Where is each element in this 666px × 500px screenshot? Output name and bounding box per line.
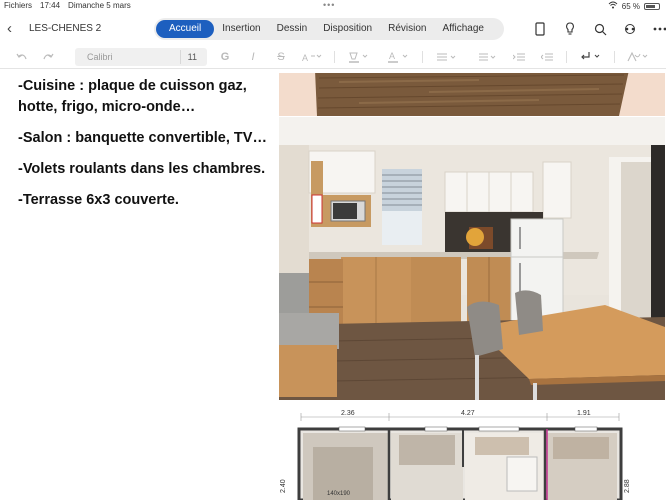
paragraph-volets[interactable]: -Volets roulants dans les chambres.	[18, 159, 273, 180]
wifi-icon	[608, 1, 618, 11]
paragraph-cuisine[interactable]: -Cuisine : plaque de cuisson gaz, hotte,…	[18, 76, 273, 118]
tab-disposition[interactable]: Disposition	[315, 20, 380, 38]
svg-text:A: A	[302, 53, 308, 62]
status-date: Dimanche 5 mars	[68, 1, 131, 10]
document-body[interactable]: -Cuisine : plaque de cuisson gaz, hotte,…	[18, 76, 273, 221]
tab-insertion[interactable]: Insertion	[214, 20, 268, 38]
terrace-photo[interactable]	[279, 70, 665, 116]
tab-accueil[interactable]: Accueil	[156, 20, 215, 38]
plan-dim-3: 1.91	[577, 410, 591, 417]
multitasking-dots[interactable]: •••	[323, 0, 335, 10]
tab-dessin[interactable]: Dessin	[269, 20, 316, 38]
search-icon[interactable]	[590, 19, 610, 39]
redo-icon[interactable]	[40, 49, 56, 65]
title-bar: ‹ LES-CHENES 2 Accueil Insertion Dessin …	[0, 14, 666, 44]
font-size[interactable]: 11	[188, 52, 197, 62]
text-effects-icon[interactable]: A	[300, 49, 326, 65]
kitchen-living-photo[interactable]	[279, 117, 665, 404]
tab-revision[interactable]: Révision	[380, 20, 434, 38]
increase-indent-icon[interactable]	[512, 49, 526, 65]
plan-bed-label: 140x190	[327, 491, 351, 497]
plan-dim-2: 4.27	[461, 410, 475, 417]
battery-icon	[644, 2, 660, 10]
font-selector[interactable]: Calibri 11	[75, 48, 207, 66]
highlight-color-icon[interactable]	[346, 49, 372, 65]
svg-text:A: A	[389, 51, 395, 61]
decrease-indent-icon[interactable]	[540, 49, 554, 65]
format-toolbar: Calibri 11 G I S A A	[0, 45, 666, 69]
back-chevron-icon[interactable]: ‹	[7, 20, 12, 37]
paragraph-salon[interactable]: -Salon : banquette convertible, TV…	[18, 128, 273, 149]
italic-button[interactable]: I	[246, 49, 260, 65]
document-title[interactable]: LES-CHENES 2	[29, 23, 101, 34]
status-bar: Fichiers 17:44 Dimanche 5 mars ••• 65 %	[0, 0, 666, 12]
back-to-app-link[interactable]: Fichiers	[4, 1, 32, 10]
plan-dim-1: 2.36	[341, 410, 355, 417]
styles-icon[interactable]	[624, 49, 652, 65]
undo-icon[interactable]	[14, 49, 30, 65]
battery-percent: 65 %	[621, 1, 640, 11]
lightbulb-icon[interactable]	[560, 19, 580, 39]
more-icon[interactable]	[650, 19, 666, 39]
ribbon-tabs: Accueil Insertion Dessin Disposition Rév…	[154, 18, 504, 40]
floor-plan-image[interactable]: 2.36 4.27 1.91 140x190 2.40 2.88	[279, 407, 665, 500]
status-time: 17:44	[40, 1, 61, 10]
font-color-icon[interactable]: A	[386, 49, 412, 65]
plan-side-dim-right: 2.88	[624, 479, 631, 493]
plan-side-dim-left: 2.40	[280, 479, 287, 493]
numbered-list-icon[interactable]	[474, 49, 500, 65]
font-name[interactable]: Calibri	[87, 52, 113, 62]
tab-affichage[interactable]: Affichage	[434, 20, 492, 38]
bold-button[interactable]: G	[218, 49, 232, 65]
paragraph-terrasse[interactable]: -Terrasse 6x3 couverte.	[18, 190, 273, 211]
bullet-list-icon[interactable]	[434, 49, 460, 65]
strikethrough-button[interactable]: S	[274, 49, 288, 65]
mobile-view-icon[interactable]	[530, 19, 550, 39]
share-icon[interactable]	[620, 19, 640, 39]
paragraph-options-icon[interactable]	[578, 49, 604, 65]
